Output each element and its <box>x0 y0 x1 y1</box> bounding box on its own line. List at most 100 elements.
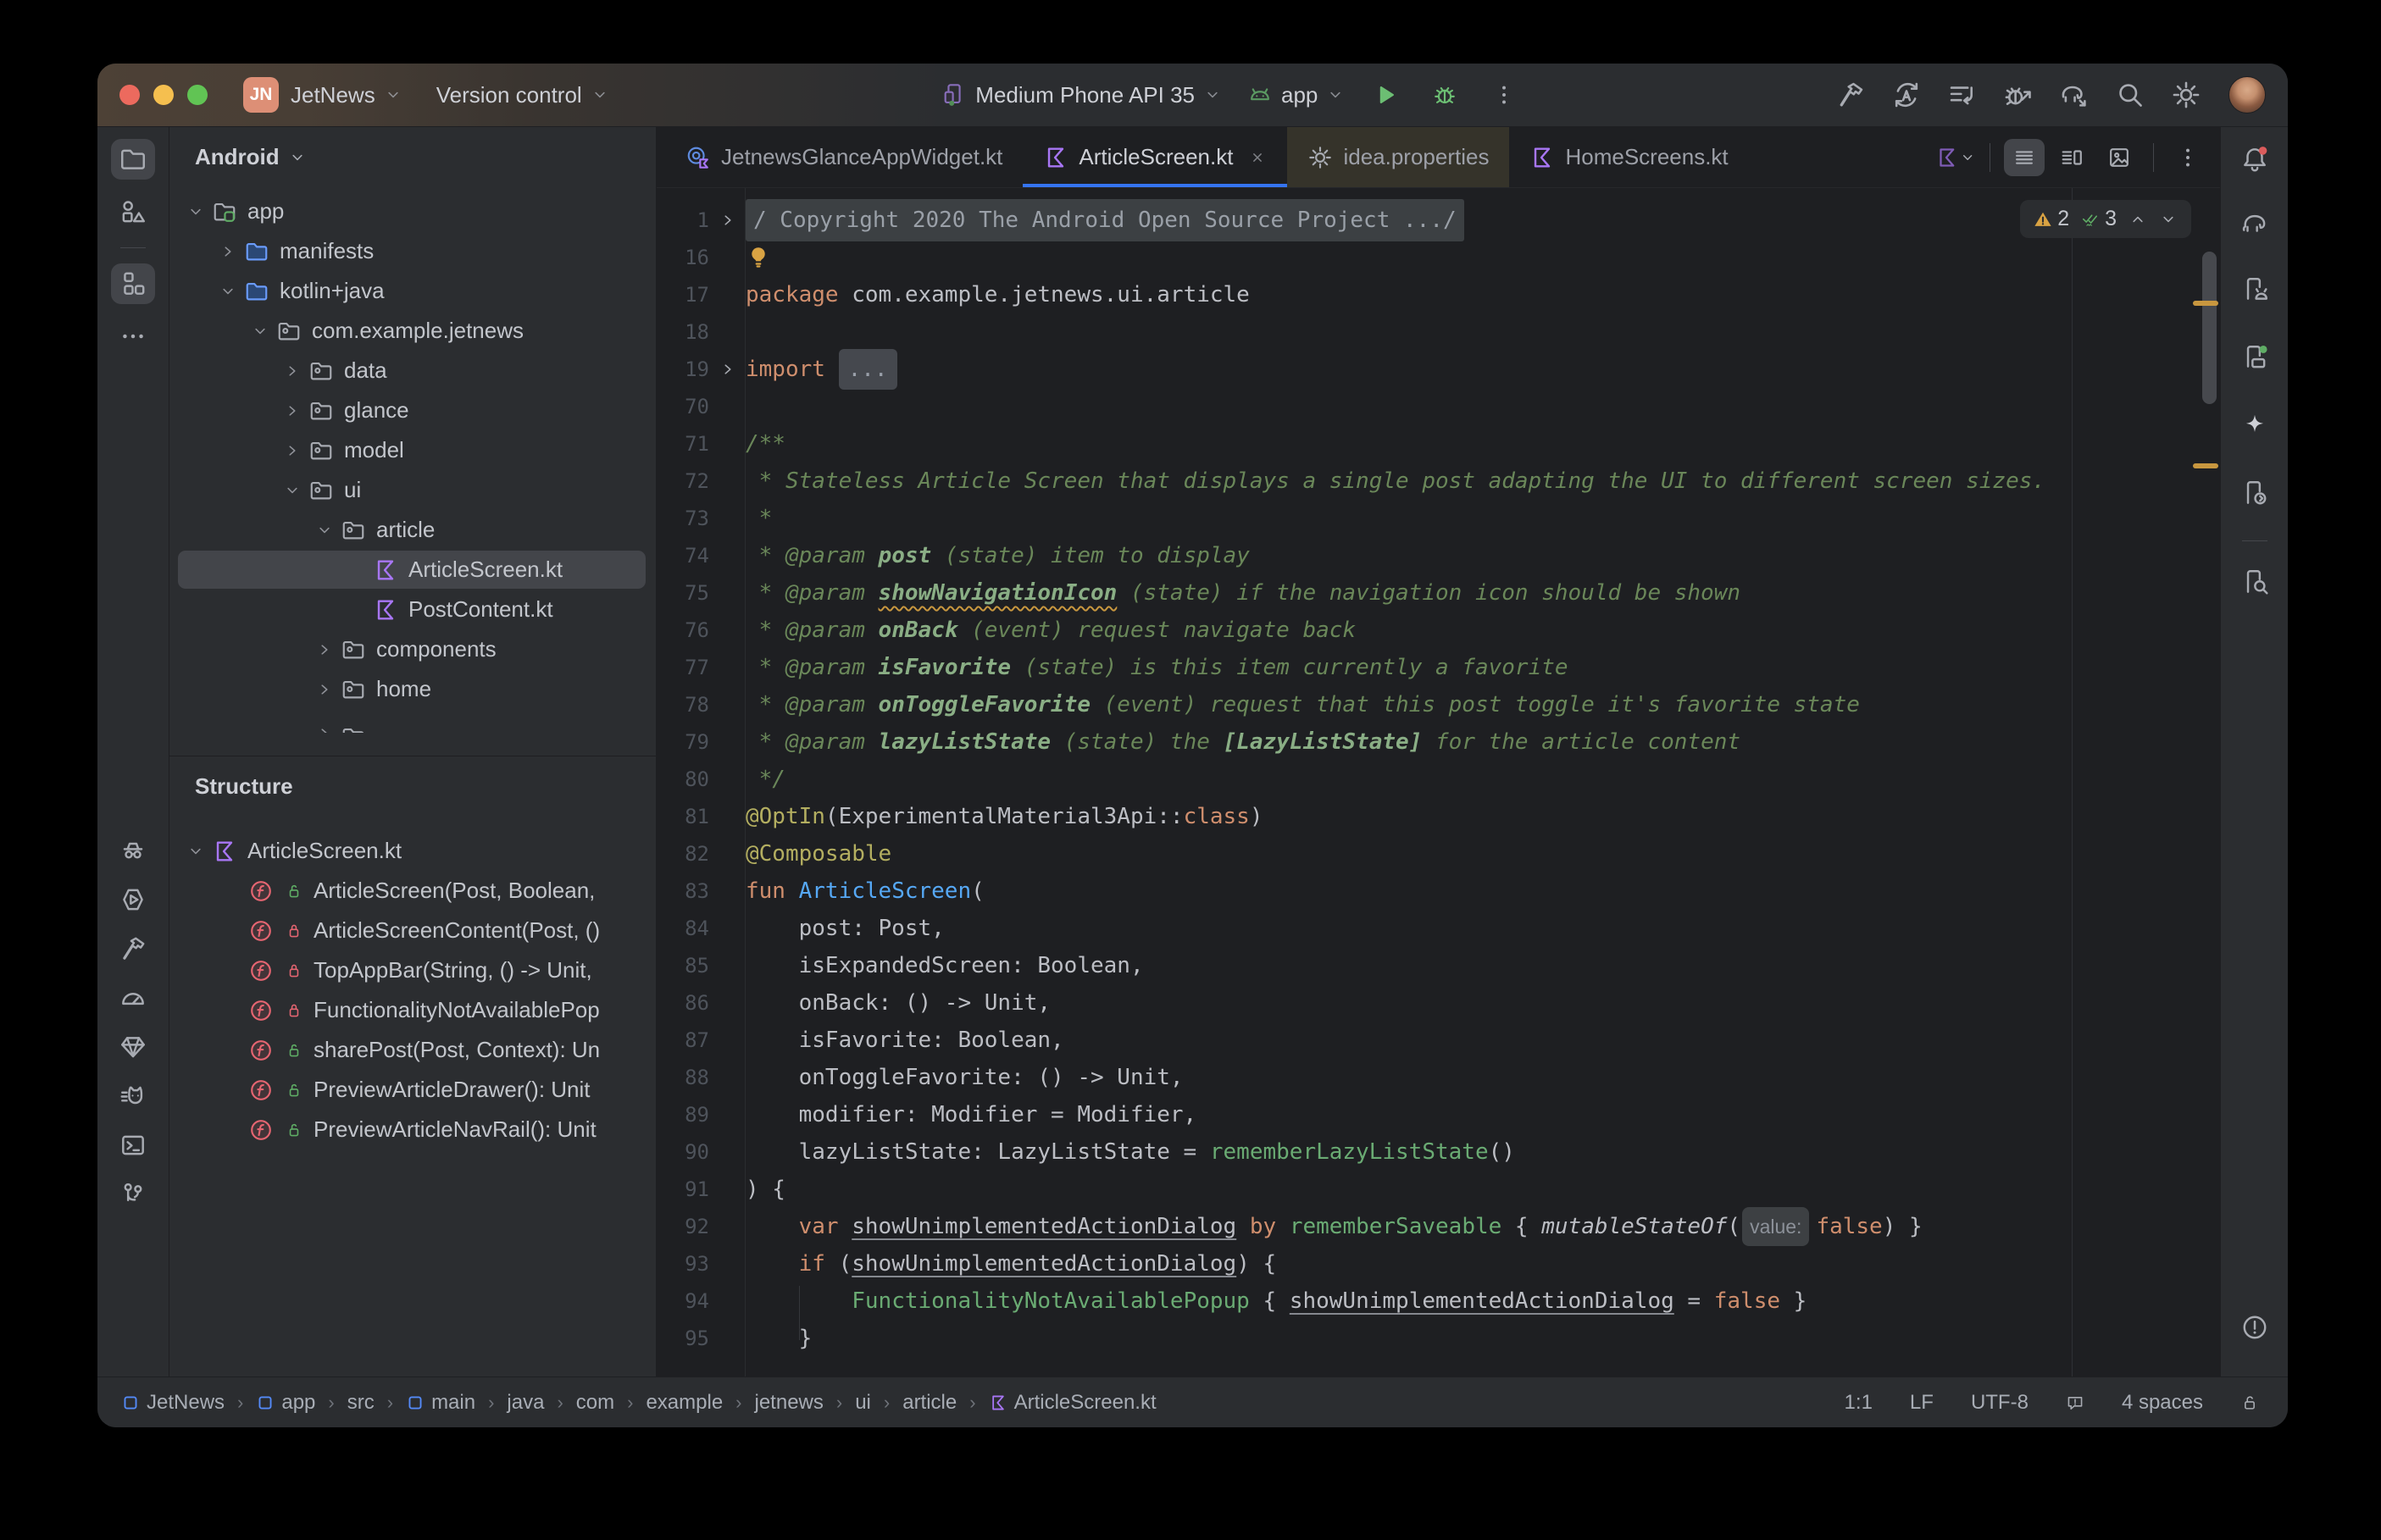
chevron-down-icon[interactable] <box>181 202 210 221</box>
code-line-17[interactable]: 17package com.example.jetnews.ui.article <box>657 276 2220 313</box>
breadcrumb-item-com[interactable]: com <box>576 1391 614 1415</box>
readonly-lock-icon[interactable] <box>2240 1393 2259 1412</box>
code-line-75[interactable]: 75 * @param showNavigationIcon (state) i… <box>657 574 2220 612</box>
tree-row-article[interactable]: article <box>169 510 656 550</box>
chevron-right-icon[interactable] <box>310 640 339 659</box>
code-line-82[interactable]: 82@Composable <box>657 835 2220 872</box>
breadcrumb-item-src[interactable]: src <box>347 1391 375 1415</box>
structure-item[interactable]: sharePost(Post, Context): Un <box>169 1030 656 1070</box>
code-line-76[interactable]: 76 * @param onBack (event) request navig… <box>657 612 2220 649</box>
tool-button-resource-manager[interactable] <box>111 191 155 232</box>
structure-item[interactable]: ArticleScreen(Post, Boolean, <box>169 871 656 911</box>
code-line-77[interactable]: 77 * @param isFavorite (state) is this i… <box>657 649 2220 686</box>
chevron-right-icon[interactable] <box>278 402 307 420</box>
tool-button-profiler[interactable] <box>111 978 155 1018</box>
structure-item[interactable]: TopAppBar(String, () -> Unit, <box>169 950 656 990</box>
tree-row-ArticleScreen.kt[interactable]: ArticleScreen.kt <box>169 550 656 590</box>
chevron-right-icon[interactable] <box>278 441 307 460</box>
tool-button-gemini[interactable] <box>2233 405 2277 446</box>
attach-debugger-button[interactable] <box>1995 75 2042 115</box>
warning-stripe-mark[interactable] <box>2193 463 2218 468</box>
chevron-right-icon[interactable] <box>310 680 339 699</box>
code-line-81[interactable]: 81@OptIn(ExperimentalMaterial3Api::class… <box>657 798 2220 835</box>
chevron-right-icon[interactable] <box>214 242 242 261</box>
tree-row-ui[interactable]: ui <box>169 470 656 510</box>
tool-button-notifications[interactable] <box>2233 139 2277 180</box>
chevron-down-icon[interactable] <box>278 481 307 500</box>
tree-row-home[interactable]: home <box>169 669 656 709</box>
intention-bulb-icon[interactable] <box>746 245 771 270</box>
tree-row-model[interactable]: model <box>169 430 656 470</box>
code-line-73[interactable]: 73 * <box>657 500 2220 537</box>
chevron-right-icon[interactable] <box>310 724 339 733</box>
editor-tab-idea.properties[interactable]: idea.properties <box>1287 127 1509 187</box>
code-line-87[interactable]: 87 isFavorite: Boolean, <box>657 1022 2220 1059</box>
code-line-16[interactable]: 16 <box>657 239 2220 276</box>
tree-row-data[interactable]: data <box>169 351 656 391</box>
tree-row-com.example.jetnews[interactable]: com.example.jetnews <box>169 311 656 351</box>
chevron-right-icon[interactable] <box>278 362 307 380</box>
tool-button-gradle[interactable] <box>2233 202 2277 242</box>
breadcrumb-item-jetnews[interactable]: jetnews <box>755 1391 824 1415</box>
code-line-93[interactable]: 93 if (showUnimplementedActionDialog) { <box>657 1245 2220 1282</box>
code-line-19[interactable]: 19import ... <box>657 351 2220 388</box>
breadcrumb-item-ui[interactable]: ui <box>855 1391 871 1415</box>
code-line-79[interactable]: 79 * @param lazyListState (state) the [L… <box>657 723 2220 761</box>
structure-item[interactable]: FunctionalityNotAvailablePop <box>169 990 656 1030</box>
breadcrumb-item-java[interactable]: java <box>507 1391 544 1415</box>
code-line-78[interactable]: 78 * @param onToggleFavorite (event) req… <box>657 686 2220 723</box>
search-everywhere-button[interactable] <box>2106 75 2154 115</box>
apply-changes-button[interactable] <box>1883 75 1930 115</box>
close-tab-icon[interactable] <box>1248 148 1267 167</box>
run-button[interactable] <box>1362 75 1409 115</box>
profile-app-button[interactable] <box>1939 75 1986 115</box>
next-problem-icon[interactable] <box>2159 210 2178 229</box>
structure-item[interactable]: PreviewArticleNavRail(): Unit <box>169 1110 656 1149</box>
line-ending-widget[interactable]: LF <box>1910 1391 1934 1415</box>
code-line-88[interactable]: 88 onToggleFavorite: () -> Unit, <box>657 1059 2220 1096</box>
code-line-70[interactable]: 70 <box>657 388 2220 425</box>
code-line-74[interactable]: 74 * @param post (state) item to display <box>657 537 2220 574</box>
structure-item[interactable]: PreviewArticleDrawer(): Unit <box>169 1070 656 1110</box>
previous-problem-icon[interactable] <box>2128 210 2147 229</box>
tree-row-PostContent.kt[interactable]: PostContent.kt <box>169 590 656 629</box>
chevron-down-icon[interactable] <box>310 521 339 540</box>
project-selector[interactable]: JetNews <box>291 82 402 108</box>
close-window-button[interactable] <box>119 85 140 105</box>
tree-row-app[interactable]: app <box>169 191 656 231</box>
tree-row-glance[interactable]: glance <box>169 391 656 430</box>
caret-position-widget[interactable]: 1:1 <box>1845 1391 1873 1415</box>
tool-button-logcat[interactable] <box>111 1076 155 1116</box>
inspections-bubble-icon[interactable] <box>2066 1393 2084 1412</box>
inspection-passed[interactable]: 3 <box>2081 207 2117 231</box>
tool-button-project[interactable] <box>111 139 155 180</box>
build-button[interactable] <box>1827 75 1874 115</box>
editor-tab-ArticleScreen.kt[interactable]: ArticleScreen.kt <box>1023 127 1287 187</box>
minimize-window-button[interactable] <box>153 85 174 105</box>
more-run-actions-button[interactable] <box>1480 75 1528 115</box>
zoom-window-button[interactable] <box>187 85 208 105</box>
code-editor[interactable]: 1/ Copyright 2020 The Android Open Sourc… <box>657 188 2220 1377</box>
breadcrumb-item-example[interactable]: example <box>646 1391 723 1415</box>
editor-tab-HomeScreens.kt[interactable]: HomeScreens.kt <box>1509 127 1748 187</box>
tool-button-more-tool-windows[interactable] <box>111 316 155 357</box>
code-line-72[interactable]: 72 * Stateless Article Screen that displ… <box>657 463 2220 500</box>
project-view-selector[interactable]: Android <box>169 127 656 170</box>
tool-button-version-control[interactable] <box>111 1174 155 1215</box>
run-config-selector[interactable]: app <box>1247 82 1345 108</box>
breadcrumb-item-JetNews[interactable]: JetNews <box>121 1391 225 1415</box>
fold-arrow-icon[interactable] <box>709 360 746 379</box>
editor-scrollbar[interactable] <box>2202 252 2217 404</box>
breadcrumb-item-main[interactable]: main <box>406 1391 475 1415</box>
editor-tab-JetnewsGlanceAppWidget.kt[interactable]: JetnewsGlanceAppWidget.kt <box>665 127 1023 187</box>
code-line-95[interactable]: 95 } <box>657 1320 2220 1357</box>
tool-button-problems[interactable] <box>2233 1307 2277 1348</box>
tool-button-terminal[interactable] <box>111 1125 155 1166</box>
code-line-84[interactable]: 84 post: Post, <box>657 910 2220 947</box>
chevron-down-icon[interactable] <box>246 322 275 341</box>
structure-item[interactable]: ArticleScreenContent(Post, () <box>169 911 656 950</box>
code-line-90[interactable]: 90 lazyListState: LazyListState = rememb… <box>657 1133 2220 1171</box>
view-code-button[interactable] <box>2004 139 2045 176</box>
tool-button-structure[interactable] <box>111 263 155 304</box>
tree-row-kotlin+java[interactable]: kotlin+java <box>169 271 656 311</box>
